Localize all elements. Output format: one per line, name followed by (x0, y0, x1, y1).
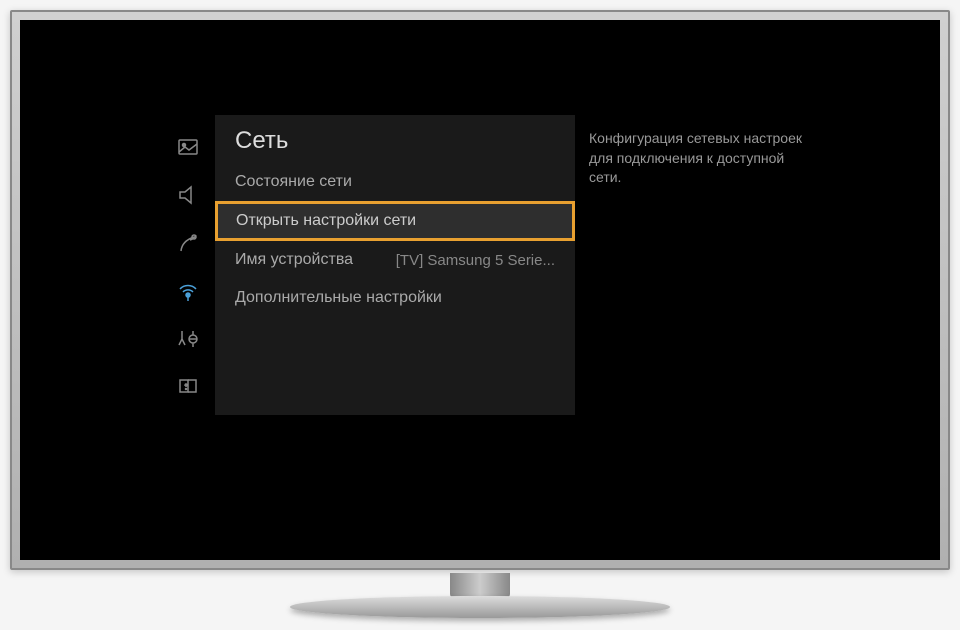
menu-item-label: Состояние сети (235, 173, 352, 191)
menu-title: Сеть (215, 115, 575, 163)
menu-item-value: [TV] Samsung 5 Serie... (396, 252, 555, 269)
menu-item-device-name[interactable]: Имя устройства [TV] Samsung 5 Serie... (215, 241, 575, 279)
support-icon[interactable] (174, 373, 202, 401)
tv-stand-neck (450, 573, 510, 598)
sound-icon[interactable] (174, 181, 202, 209)
menu-item-open-network-settings[interactable]: Открыть настройки сети (215, 201, 575, 241)
broadcast-icon[interactable] (174, 229, 202, 257)
system-icon[interactable] (174, 325, 202, 353)
menu-item-label: Открыть настройки сети (236, 212, 416, 230)
tv-stand-base (290, 596, 670, 618)
network-icon[interactable] (174, 277, 202, 305)
settings-panel: Сеть Состояние сети Открыть настройки се… (160, 115, 830, 415)
menu-description: Конфигурация сетевых настроек для подклю… (575, 115, 830, 415)
settings-menu: Сеть Состояние сети Открыть настройки се… (215, 115, 575, 415)
settings-sidebar (160, 115, 215, 415)
menu-item-network-status[interactable]: Состояние сети (215, 163, 575, 201)
menu-item-label: Имя устройства (235, 251, 353, 269)
menu-item-additional-settings[interactable]: Дополнительные настройки (215, 279, 575, 317)
tv-stand (290, 573, 670, 618)
menu-item-label: Дополнительные настройки (235, 289, 442, 307)
tv-frame: Сеть Состояние сети Открыть настройки се… (10, 10, 950, 570)
tv-screen: Сеть Состояние сети Открыть настройки се… (20, 20, 940, 560)
picture-icon[interactable] (174, 133, 202, 161)
